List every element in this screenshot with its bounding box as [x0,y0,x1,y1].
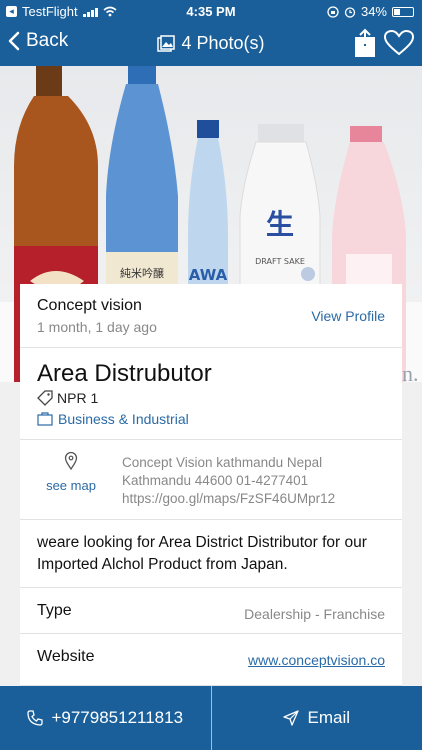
listing-title: Area Distrubutor [37,360,212,387]
view-profile-link[interactable]: View Profile [311,308,385,324]
battery-icon [392,6,414,17]
favorite-heart-icon[interactable] [384,30,414,56]
price-tag-icon [37,390,53,406]
briefcase-icon [37,412,53,426]
detail-value-type: Dealership - Franchise [244,606,385,622]
hero-bottle-label-0: 純米吟醸 [120,266,164,280]
see-map-label[interactable]: see map [36,478,106,493]
address-line-3[interactable]: https://goo.gl/maps/FzSF46UMpr12 [122,490,335,508]
price-row: NPR 1 [37,390,98,406]
share-icon[interactable] [354,28,376,58]
detail-label-type: Type [37,602,72,619]
address-line-2: Kathmandu 44600 01-4277401 [122,473,309,488]
poster-name: Concept vision [37,297,142,314]
address-block: Concept Vision kathmandu Nepal Kathmandu… [122,454,335,508]
alarm-icon [344,6,356,18]
send-icon [283,710,300,726]
battery-percent: 34% [360,4,387,19]
map-pin-icon [64,452,78,470]
listing-price: NPR 1 [57,390,99,406]
phone-number-label[interactable]: +9779851211813 [51,708,183,728]
listing-header: Area Distrubutor NPR 1 Business & Indust… [20,348,402,440]
location-section: see map Concept Vision kathmandu Nepal K… [20,440,402,520]
hero-watermark: n. [402,361,419,382]
website-link[interactable]: www.conceptvision.co [248,652,385,668]
detail-label-website: Website [37,648,95,665]
listing-category[interactable]: Business & Industrial [58,411,189,427]
email-button[interactable]: Email [212,686,422,750]
status-bar: ◂ TestFlight 4:35 PM 34% [0,0,422,22]
see-map-button[interactable]: see map [36,452,106,493]
email-label[interactable]: Email [307,708,350,728]
detail-row-website: Website www.conceptvision.co [20,634,402,686]
hero-bottle-label-2: 生 [266,208,294,241]
description-section: weare looking for Area District Distribu… [20,520,402,588]
address-line-1: Concept Vision kathmandu Nepal [122,455,323,470]
posted-time: 1 month, 1 day ago [37,319,157,335]
detail-row-type: Type Dealership - Franchise [20,588,402,634]
photo-count-title: 4 Photo(s) [181,33,265,53]
hero-bottle-label-3: DRAFT SAKE [255,257,305,266]
listing-description: weare looking for Area District Distribu… [37,534,367,573]
poster-card: Concept vision 1 month, 1 day ago View P… [20,284,402,348]
hero-bottle-label-1: AWA [189,266,228,284]
phone-icon [27,710,44,726]
rotation-lock-icon [327,5,339,18]
call-button[interactable]: +9779851211813 [0,686,211,750]
photo-gallery-icon [157,34,176,52]
category-row[interactable]: Business & Industrial [37,411,189,427]
navigation-bar: Back 4 Photo(s) [0,22,422,66]
bottom-action-bar: +9779851211813 Email [0,686,422,750]
